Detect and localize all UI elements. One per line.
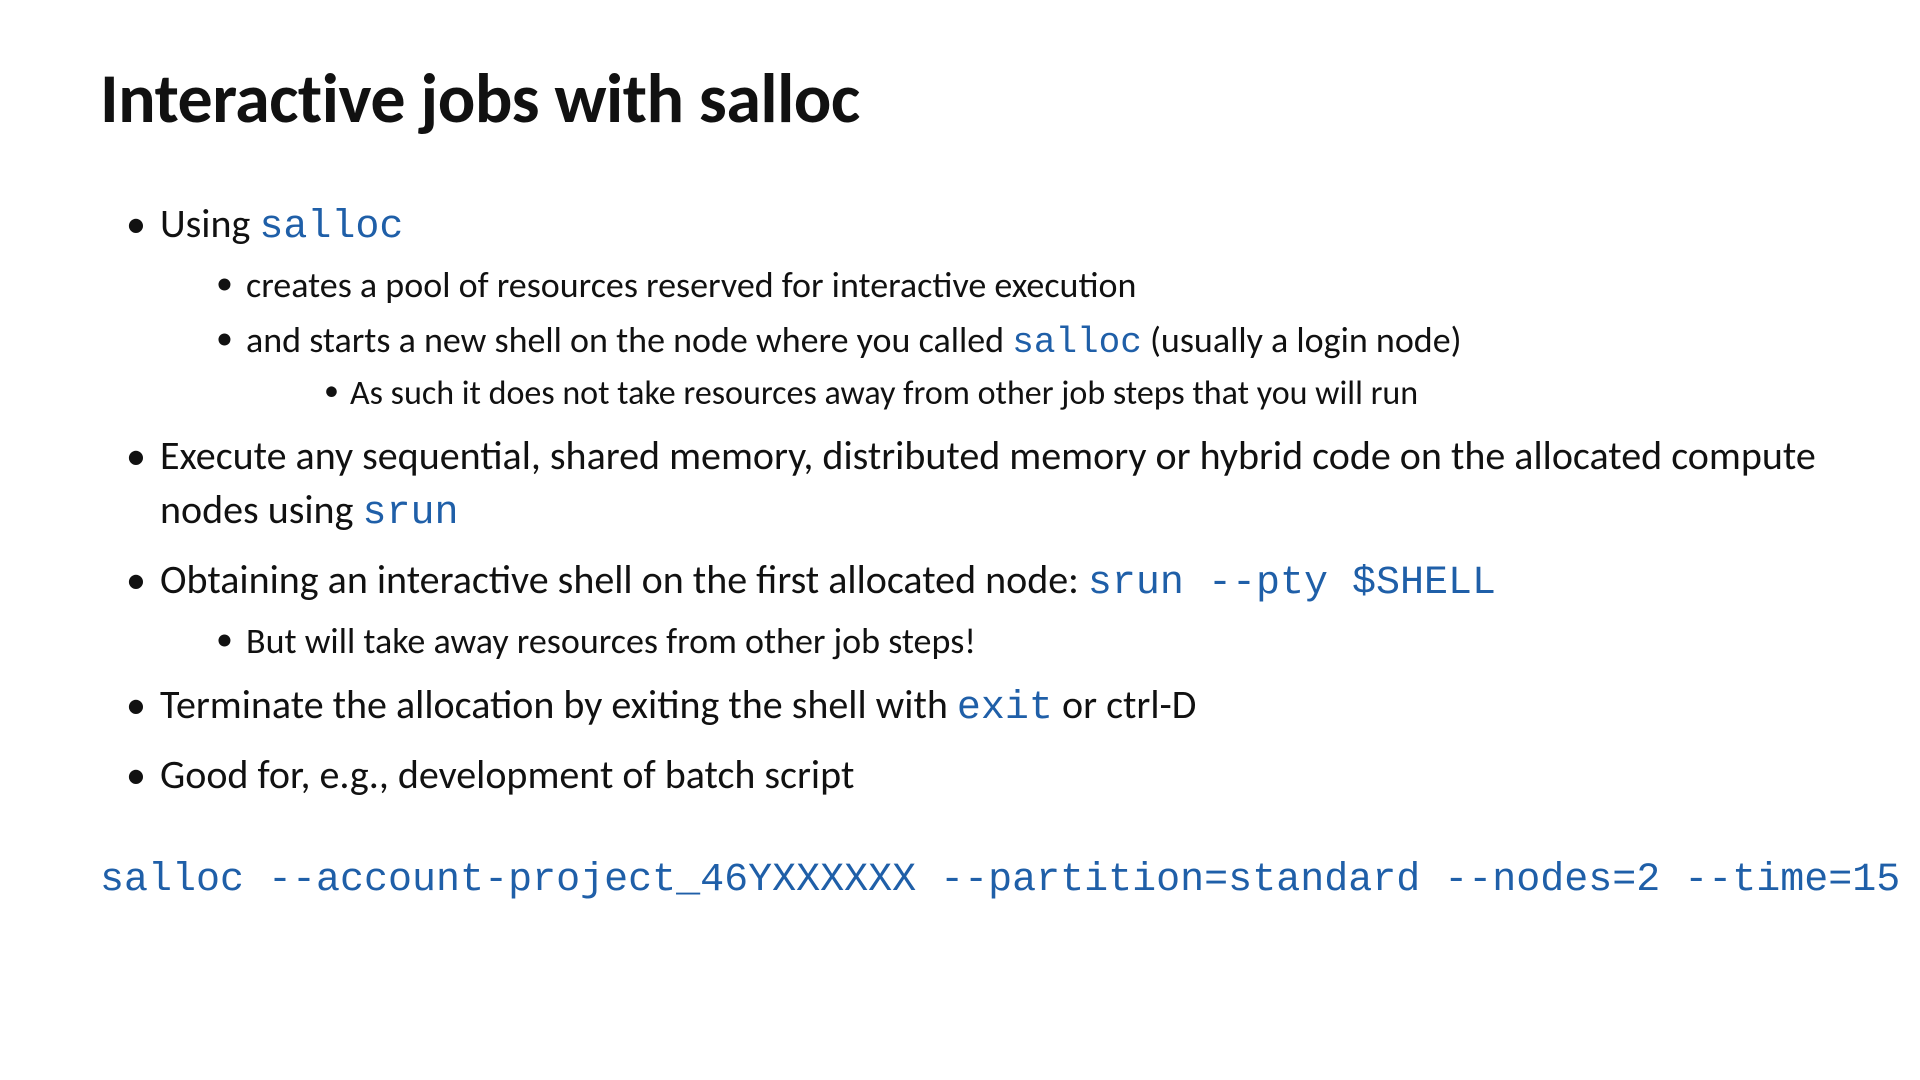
bullet-good-for: Good for, e.g., development of batch scr… [120,748,1820,802]
bullet-no-resources-taken: As such it does not take resources away … [316,371,1820,417]
text-obtain-prefix: Obtaining an interactive shell on the fi… [160,555,1088,604]
bullet-pool-resources: creates a pool of resources reserved for… [210,261,1820,310]
text-using: Using [160,199,259,248]
text-new-shell-prefix: and starts a new shell on the node where… [246,318,1012,362]
bullet-terminate: Terminate the allocation by exiting the … [120,678,1820,736]
bullet-new-shell: and starts a new shell on the node where… [210,316,1820,417]
code-srun-pty: srun --pty $SHELL [1088,561,1496,606]
code-srun: srun [362,491,458,536]
code-salloc: salloc [259,205,403,250]
code-salloc-inline: salloc [1012,322,1142,363]
text-terminate-prefix: Terminate the allocation by exiting the … [160,680,957,729]
bullet-using-salloc: Using salloc creates a pool of resources… [120,197,1820,417]
text-new-shell-suffix: (usually a login node) [1142,318,1462,362]
sub-bullet-list: creates a pool of resources reserved for… [160,261,1820,417]
slide: Interactive jobs with salloc Using sallo… [0,0,1920,1080]
code-exit: exit [957,686,1053,731]
command-example: salloc --account-project_46YXXXXXX --par… [100,858,1820,903]
bullet-list: Using salloc creates a pool of resources… [100,197,1820,802]
bullet-execute-srun: Execute any sequential, shared memory, d… [120,429,1820,541]
sub-sub-bullet-list: As such it does not take resources away … [246,371,1820,417]
sub-bullet-list-2: But will take away resources from other … [160,617,1820,666]
slide-title: Interactive jobs with salloc [100,60,1820,137]
bullet-take-away-resources: But will take away resources from other … [210,617,1820,666]
bullet-interactive-shell: Obtaining an interactive shell on the fi… [120,553,1820,666]
text-terminate-suffix: or ctrl-D [1053,680,1196,729]
